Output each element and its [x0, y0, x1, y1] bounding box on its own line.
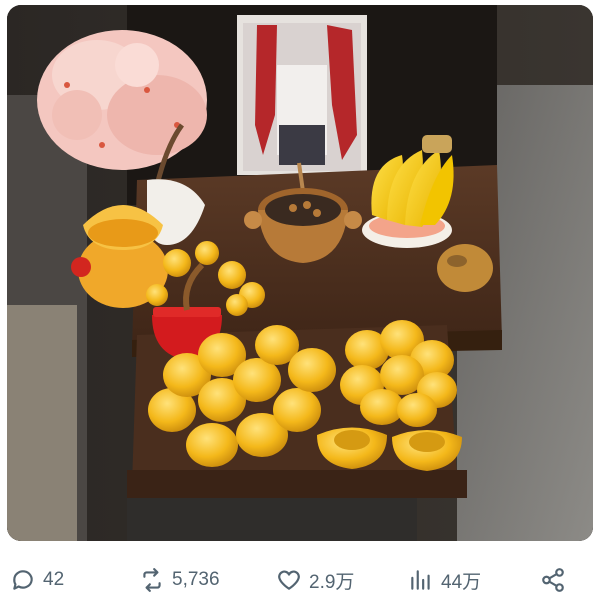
reply-button[interactable]: 42	[10, 556, 64, 604]
stone-offering	[437, 244, 493, 292]
reply-icon	[13, 570, 33, 590]
views-button[interactable]: 44万	[408, 556, 481, 604]
heart-icon	[278, 570, 300, 590]
views-count: 44万	[441, 571, 482, 593]
repost-count: 5,736	[172, 569, 220, 590]
bar-chart-icon	[411, 570, 430, 590]
shrine-photo-illustration	[7, 5, 593, 541]
like-button[interactable]: 2.9万	[276, 556, 354, 604]
repost-icon	[143, 568, 161, 592]
post-action-bar: 42 5,736 2.9万 44万	[0, 556, 600, 604]
reply-count: 42	[43, 569, 65, 590]
post-photo[interactable]	[7, 5, 593, 541]
like-count: 2.9万	[309, 571, 355, 593]
repost-button[interactable]: 5,736	[139, 556, 220, 604]
share-icon	[542, 568, 564, 592]
share-button[interactable]	[540, 556, 566, 604]
post-card: 42 5,736 2.9万 44万	[0, 0, 600, 609]
book-stack	[7, 305, 77, 541]
